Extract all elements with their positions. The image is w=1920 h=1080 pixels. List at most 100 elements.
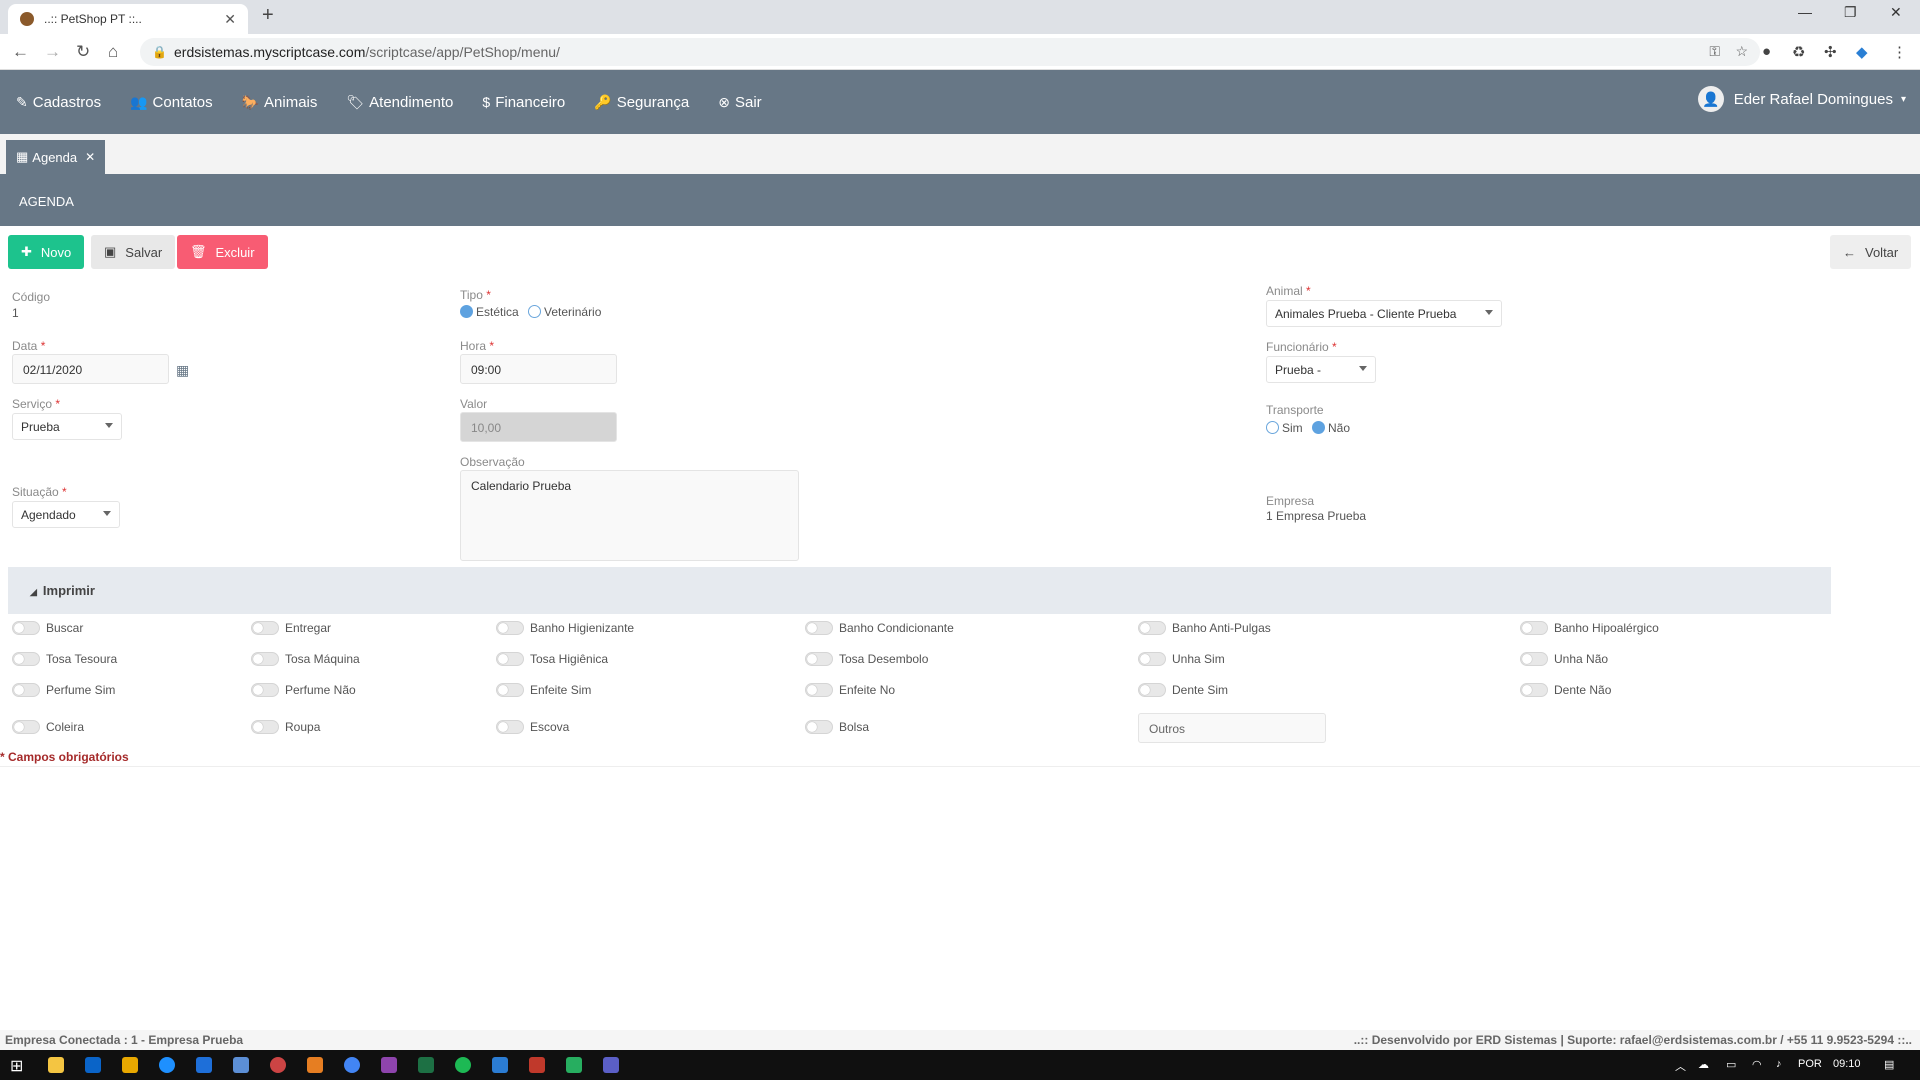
edit-icon: ✎ <box>16 93 28 110</box>
toggle-switch <box>496 683 524 697</box>
home-icon[interactable]: ⌂ <box>108 42 118 62</box>
reload-icon[interactable]: ↻ <box>76 42 90 62</box>
mail-icon[interactable] <box>196 1057 212 1073</box>
hora-field[interactable]: 09:00 <box>460 354 617 384</box>
toggle-switch <box>251 652 279 666</box>
nav-financeiro[interactable]: $ Financeiro <box>482 94 565 111</box>
app-folder-icon[interactable] <box>122 1057 138 1073</box>
toggle-unha-sim[interactable]: Unha Sim <box>1138 652 1225 666</box>
toggle-roupa[interactable]: Roupa <box>251 720 320 734</box>
toggle-entregar[interactable]: Entregar <box>251 621 331 635</box>
browser-menu-icon[interactable]: ⋮ <box>1892 43 1907 61</box>
funcionario-select[interactable]: Prueba - <box>1266 356 1376 383</box>
url-field[interactable]: 🔒 erdsistemas.myscriptcase.com/scriptcas… <box>140 38 1760 66</box>
nav-contatos[interactable]: 👥 Contatos <box>130 94 212 111</box>
chrome-icon[interactable] <box>344 1057 360 1073</box>
clock[interactable]: 09:10 <box>1833 1058 1861 1070</box>
toggle-tosa-maquina[interactable]: Tosa Máquina <box>251 652 360 666</box>
tipo-estetica-radio[interactable]: Estética <box>460 305 519 319</box>
tab-agenda[interactable]: ▦ Agenda ✕ <box>6 140 106 174</box>
toggle-banho-anti-pulgas[interactable]: Banho Anti-Pulgas <box>1138 621 1271 635</box>
teams-icon[interactable] <box>603 1057 619 1073</box>
transporte-sim-radio[interactable]: Sim <box>1266 421 1303 435</box>
nav-seguranca[interactable]: 🔑 Segurança <box>594 94 689 111</box>
toggle-tosa-desembolo[interactable]: Tosa Desembolo <box>805 652 928 666</box>
toggle-perfume-sim[interactable]: Perfume Sim <box>12 683 115 697</box>
toggle-unha-nao[interactable]: Unha Não <box>1520 652 1608 666</box>
wifi-icon[interactable]: ◠ <box>1752 1058 1762 1071</box>
close-icon[interactable]: ✕ <box>85 150 95 164</box>
edge-icon[interactable] <box>159 1057 175 1073</box>
toggle-dente-nao[interactable]: Dente Não <box>1520 683 1611 697</box>
volume-icon[interactable]: ♪ <box>1776 1058 1782 1070</box>
back-icon[interactable]: ← <box>12 42 29 62</box>
servico-select[interactable]: Prueba <box>12 413 122 440</box>
toggle-enfeite-sim[interactable]: Enfeite Sim <box>496 683 591 697</box>
nav-atendimento[interactable]: 🏷 Atendimento <box>346 94 453 111</box>
user-menu[interactable]: 👤 Eder Rafael Domingues ▾ <box>1697 86 1906 112</box>
salvar-button[interactable]: ▣ Salvar <box>91 235 176 269</box>
imprimir-section-header[interactable]: ◢ Imprimir <box>8 567 1831 614</box>
app-icon[interactable] <box>492 1057 508 1073</box>
footer-company: Empresa Conectada : 1 - Empresa Prueba <box>5 1033 244 1047</box>
close-circle-icon: ⊗ <box>718 93 730 110</box>
data-field[interactable]: 02/11/2020 <box>12 354 169 384</box>
forward-icon[interactable]: → <box>44 42 61 62</box>
app-icon[interactable] <box>270 1057 286 1073</box>
browser-tab[interactable]: ..:: PetShop PT ::.. ✕ <box>8 4 248 34</box>
select-value: Prueba <box>21 420 60 434</box>
toggle-tosa-tesoura[interactable]: Tosa Tesoura <box>12 652 117 666</box>
spotify-icon[interactable] <box>455 1057 471 1073</box>
novo-button[interactable]: ✚ Novo <box>8 235 85 269</box>
toggle-banho-higienizante[interactable]: Banho Higienizante <box>496 621 634 635</box>
close-tab-icon[interactable]: ✕ <box>224 11 236 28</box>
toggle-escova[interactable]: Escova <box>496 720 569 734</box>
sublime-icon[interactable] <box>307 1057 323 1073</box>
tipo-veterinario-radio[interactable]: Veterinário <box>528 305 601 319</box>
app-icon[interactable] <box>381 1057 397 1073</box>
observacao-textarea[interactable]: Calendario Prueba <box>460 470 799 561</box>
cloud-icon[interactable]: ☁ <box>1698 1058 1709 1071</box>
toggle-banho-condicionante[interactable]: Banho Condicionante <box>805 621 954 635</box>
extension-es-icon[interactable]: ● <box>1762 43 1771 60</box>
language-indicator[interactable]: POR <box>1798 1058 1822 1070</box>
window-close-icon[interactable]: ✕ <box>1890 4 1902 21</box>
outros-field[interactable]: Outros <box>1138 713 1326 743</box>
toggle-dente-sim[interactable]: Dente Sim <box>1138 683 1228 697</box>
key-icon[interactable]: ⚿ <box>1709 43 1720 60</box>
toggle-enfeite-no[interactable]: Enfeite No <box>805 683 895 697</box>
toggle-perfume-nao[interactable]: Perfume Não <box>251 683 356 697</box>
app-icon[interactable] <box>529 1057 545 1073</box>
nav-animais[interactable]: 🐎 Animais <box>242 94 318 111</box>
restore-icon[interactable]: ❐ <box>1844 4 1857 21</box>
animal-select[interactable]: Animales Prueba - Cliente Prueba <box>1266 300 1502 327</box>
calendar-icon[interactable]: ▦ <box>176 362 189 379</box>
toggle-coleira[interactable]: Coleira <box>12 720 84 734</box>
windows-start-icon[interactable]: ⊞ <box>10 1056 23 1076</box>
app-icon[interactable] <box>233 1057 249 1073</box>
transporte-nao-radio[interactable]: Não <box>1312 421 1350 435</box>
toggle-banho-hipoalergico[interactable]: Banho Hipoalérgico <box>1520 621 1659 635</box>
notification-icon[interactable]: ▤ <box>1884 1058 1894 1071</box>
app-icon[interactable] <box>566 1057 582 1073</box>
extension-diamond-icon[interactable]: ◆ <box>1856 43 1868 61</box>
outlook-icon[interactable] <box>85 1057 101 1073</box>
extension-recycle-icon[interactable]: ♻ <box>1792 43 1805 61</box>
nav-cadastros[interactable]: ✎ Cadastros <box>16 94 101 111</box>
voltar-button[interactable]: ← Voltar <box>1830 235 1912 269</box>
excel-icon[interactable] <box>418 1057 434 1073</box>
minimize-icon[interactable]: — <box>1798 4 1812 20</box>
battery-icon[interactable]: ▭ <box>1726 1058 1736 1071</box>
tray-chevron-icon[interactable]: ︿ <box>1675 1058 1686 1074</box>
new-tab-icon[interactable]: + <box>262 4 274 27</box>
file-explorer-icon[interactable] <box>48 1057 64 1073</box>
toggle-buscar[interactable]: Buscar <box>12 621 83 635</box>
bookmark-star-icon[interactable]: ☆ <box>1735 43 1748 60</box>
excluir-button[interactable]: 🗑 Excluir <box>177 235 268 269</box>
toggle-bolsa[interactable]: Bolsa <box>805 720 869 734</box>
nav-sair[interactable]: ⊗ Sair <box>718 94 761 111</box>
situacao-select[interactable]: Agendado <box>12 501 120 528</box>
toggle-tosa-higienica[interactable]: Tosa Higiênica <box>496 652 608 666</box>
address-bar: ← → ↻ ⌂ 🔒 erdsistemas.myscriptcase.com/s… <box>0 34 1920 70</box>
extensions-puzzle-icon[interactable]: ✣ <box>1824 43 1837 61</box>
